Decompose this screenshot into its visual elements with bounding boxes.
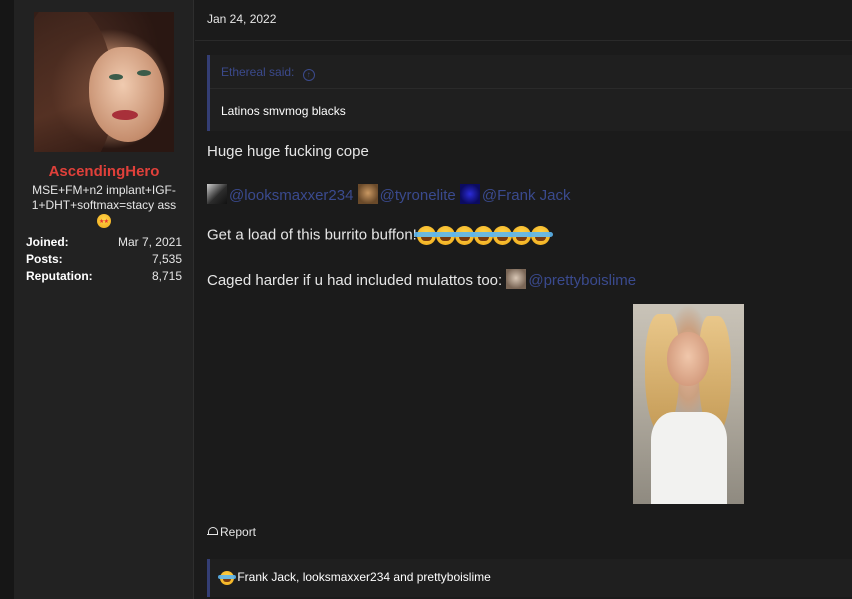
report-label: Report [220, 525, 257, 539]
avatar-eye [109, 74, 123, 80]
avatar-eye [137, 70, 151, 76]
stat-label: Joined: [26, 235, 69, 249]
post-date[interactable]: Jan 24, 2022 [207, 12, 276, 26]
stat-label: Reputation: [26, 269, 93, 283]
user-title-text: MSE+FM+n2 implant+IGF-1+DHT+softmax=stac… [31, 183, 177, 212]
stat-label: Posts: [26, 252, 63, 266]
reactions-bar[interactable]: Frank Jack, looksmaxxer234 and prettyboi… [207, 559, 852, 597]
post-image[interactable] [633, 304, 744, 504]
star-struck-emoji-icon [97, 213, 111, 230]
user-panel: AscendingHero MSE+FM+n2 implant+IGF-1+DH… [14, 0, 194, 599]
arrow-up-icon[interactable]: ↑ [302, 69, 315, 81]
mention-avatar[interactable] [357, 184, 378, 204]
joy-emoji-icon [527, 226, 553, 245]
post-line: Caged harder if u had included mulattos … [207, 269, 636, 289]
reactions-text[interactable]: Frank Jack, looksmaxxer234 and prettyboi… [237, 570, 490, 584]
image-face [667, 332, 709, 386]
report-button[interactable]: Report [207, 525, 256, 539]
divider [210, 88, 852, 89]
stat-value: Mar 7, 2021 [117, 235, 182, 249]
mention-avatar[interactable] [506, 269, 527, 289]
image-top [651, 412, 727, 504]
post-line-text: Caged harder if u had included mulattos … [207, 272, 507, 289]
divider [195, 40, 852, 41]
quote-header[interactable]: Ethereal said: ↑ [221, 65, 315, 81]
mention-avatar[interactable] [459, 184, 480, 204]
stat-value[interactable]: 7,535 [152, 251, 182, 268]
post-main: Jan 24, 2022 Ethereal said: ↑ Latinos sm… [195, 0, 852, 599]
stat-reputation: Reputation: 8,715 [26, 268, 182, 285]
avatar-lips [112, 110, 138, 120]
post-line-text: Get a load of this burrito buffon! [207, 226, 417, 244]
username[interactable]: AscendingHero [14, 163, 194, 180]
stat-posts: Posts: 7,535 [26, 251, 182, 268]
post-line: Huge huge fucking cope [207, 143, 369, 160]
joy-emoji-icon [218, 570, 236, 585]
bell-icon [207, 526, 218, 537]
mentions-line: @looksmaxxer234 @tyronelite @Frank Jack [207, 184, 570, 204]
left-gutter [0, 0, 14, 599]
mention-link[interactable]: @looksmaxxer234 [229, 187, 353, 204]
quote-body: Latinos smvmog blacks [221, 104, 346, 118]
user-title: MSE+FM+n2 implant+IGF-1+DHT+softmax=stac… [28, 183, 180, 230]
mention-avatar[interactable] [207, 184, 227, 204]
stat-value: 8,715 [151, 269, 182, 283]
stat-joined: Joined: Mar 7, 2021 [26, 234, 182, 251]
mention-link[interactable]: @tyronelite [380, 187, 456, 204]
avatar-face [89, 47, 164, 142]
user-avatar[interactable] [34, 12, 174, 152]
mention-link[interactable]: @Frank Jack [482, 187, 571, 204]
post-line: Get a load of this burrito buffon! [207, 226, 553, 245]
user-stats: Joined: Mar 7, 2021 Posts: 7,535 Reputat… [26, 234, 182, 285]
quote-author[interactable]: Ethereal said: [221, 65, 294, 79]
quote-block: Ethereal said: ↑ Latinos smvmog blacks [207, 55, 852, 131]
mention-link[interactable]: @prettyboislime [528, 272, 636, 289]
